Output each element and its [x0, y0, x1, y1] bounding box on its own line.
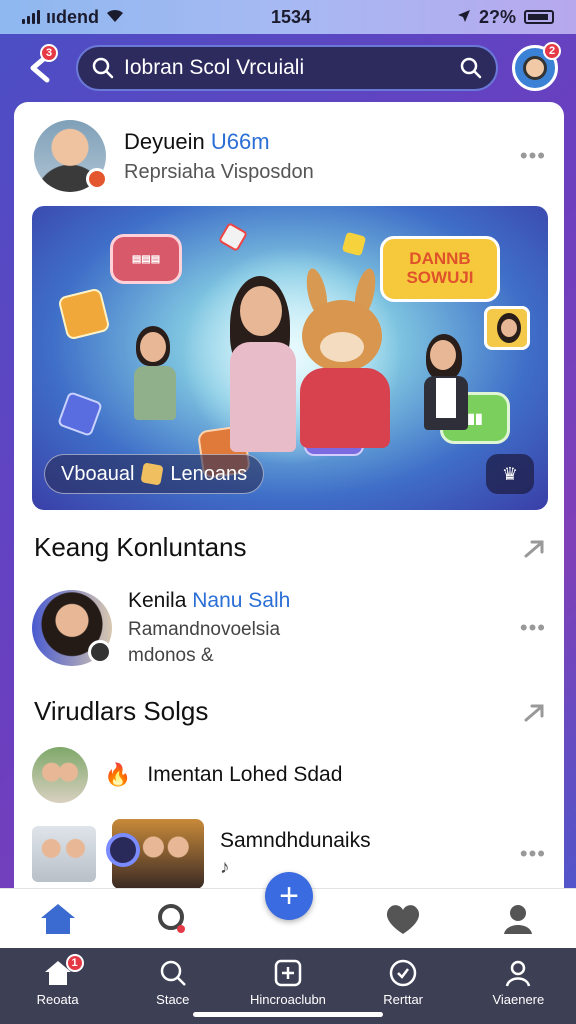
feed-card: Deyuein U66m Reprsiaha Visposdon ••• ▤▤▤… [14, 102, 564, 902]
carrier-text: ııdend [46, 6, 99, 27]
search-tab[interactable] [151, 897, 195, 941]
author-handle: U66m [210, 128, 270, 154]
contact-subtitle: Ramandnovoelsia [128, 619, 281, 640]
author-first-name: Deyuein [124, 128, 205, 154]
user-icon [506, 960, 531, 987]
group-avatar [32, 747, 88, 803]
arrow-right-icon[interactable] [522, 700, 546, 724]
profile-badge: 2 [543, 42, 561, 60]
photo-frame [484, 306, 530, 350]
plus-icon: + [279, 876, 299, 915]
person-figure [418, 334, 476, 434]
back-button[interactable]: 3 [18, 44, 62, 90]
search-icon[interactable] [460, 57, 482, 79]
contact-name: Kenila Nanu Salh [128, 589, 504, 613]
battery-icon [524, 10, 554, 24]
avatar [523, 56, 547, 80]
add-button[interactable]: + [265, 872, 313, 920]
nav-label: Reoata [36, 992, 79, 1007]
cube-icon [217, 221, 249, 253]
list-item[interactable]: 🔥 Imentan Lohed Sdad [32, 746, 546, 804]
nav-label: Stace [156, 992, 190, 1007]
thumbnail [32, 826, 96, 882]
cube-icon [56, 390, 104, 438]
mascot-character [290, 266, 400, 458]
section-title: Virudlars Solgs [34, 696, 209, 726]
hero-caption-left: Vboaual [61, 462, 135, 485]
hero-caption-pill[interactable]: Vboaual Lenoans [44, 454, 265, 494]
more-options-icon[interactable]: ••• [520, 615, 546, 641]
home-icon [40, 903, 75, 934]
status-bar: ııdend 1534 2?% [0, 0, 576, 34]
thumbnail [106, 819, 204, 889]
contact-first-name: Kenila [128, 589, 187, 612]
nav-item-activity[interactable]: Rerttar [353, 958, 453, 1007]
location-icon [457, 7, 471, 28]
crown-button[interactable]: ♛ [486, 454, 534, 494]
nav-label: Rerttar [383, 992, 424, 1007]
post-subtitle: Reprsiaha Visposdon [124, 160, 314, 183]
camera-badge-icon [88, 640, 112, 664]
song-title: Samndhdunaiks [220, 829, 371, 852]
hero-caption-right: Lenoans [170, 462, 248, 485]
nav-label: Hincroaclubn [250, 992, 326, 1007]
search-icon [157, 903, 185, 933]
heart-icon [387, 904, 420, 934]
contact-avatar [32, 590, 112, 666]
live-badge-icon [86, 168, 108, 190]
user-icon [504, 904, 533, 934]
play-disc-icon[interactable] [106, 833, 140, 867]
crown-icon: ♛ [501, 463, 519, 484]
search-text: Iobran Scol Vrcuiali [124, 56, 305, 79]
search-icon [92, 57, 114, 79]
add-square-icon [274, 959, 302, 987]
music-note-icon: ♪ [220, 857, 230, 878]
signal-icon [22, 10, 40, 24]
cube-icon [57, 287, 111, 341]
cube-icon [140, 462, 164, 486]
chat-bubble-icon: ▤▤▤ [110, 234, 182, 284]
cube-icon [341, 231, 367, 257]
search-icon [160, 960, 186, 986]
profile-avatar-button[interactable]: 2 [512, 42, 561, 91]
profile-tab[interactable] [496, 897, 540, 941]
nav-item-profile[interactable]: Viaenere [468, 958, 568, 1007]
arrow-right-icon[interactable] [522, 536, 546, 560]
nav-item-create[interactable]: Hincroaclubn [238, 958, 338, 1007]
heart-tab[interactable] [381, 897, 425, 941]
section-header[interactable]: Keang Konluntans [34, 532, 546, 563]
post-header: Deyuein U66m Reprsiaha Visposdon ••• [34, 118, 546, 194]
home-tab[interactable] [36, 897, 80, 941]
battery-percent: 2?% [478, 6, 516, 27]
nav-item-search[interactable]: Stace [123, 958, 223, 1007]
home-indicator[interactable] [193, 1012, 383, 1017]
song-title: Imentan Lohed Sdad [147, 763, 343, 786]
author-avatar[interactable] [34, 120, 108, 192]
check-circle-icon [389, 959, 417, 987]
more-options-icon[interactable]: ••• [520, 841, 546, 867]
author-name[interactable]: Deyuein U66m [124, 129, 502, 155]
section-title: Keang Konluntans [34, 532, 247, 562]
search-input[interactable]: Iobran Scol Vrcuiali [76, 45, 498, 91]
fire-icon: 🔥 [104, 762, 132, 787]
contact-subtitle-2: mdonos & [128, 645, 214, 666]
back-badge: 3 [40, 44, 58, 62]
section-header[interactable]: Virudlars Solgs [34, 696, 546, 727]
nav-badge: 1 [65, 954, 84, 972]
nav-item-home[interactable]: 1 Reoata [8, 954, 108, 1007]
contact-highlight-name: Nanu Salh [192, 589, 291, 612]
top-bar: 3 Iobran Scol Vrcuiali 2 [0, 34, 576, 102]
person-figure [128, 326, 184, 426]
hero-image[interactable]: ▤▤▤ DANNB SOWUJI ▮▮ Vboaual Lenoans ♛ [32, 206, 548, 510]
list-item[interactable]: Kenila Nanu Salh Ramandnovoelsia mdonos … [32, 589, 546, 666]
wifi-icon [105, 7, 125, 28]
more-options-icon[interactable]: ••• [520, 143, 546, 169]
nav-label: Viaenere [492, 992, 545, 1007]
status-time: 1534 [270, 6, 312, 27]
